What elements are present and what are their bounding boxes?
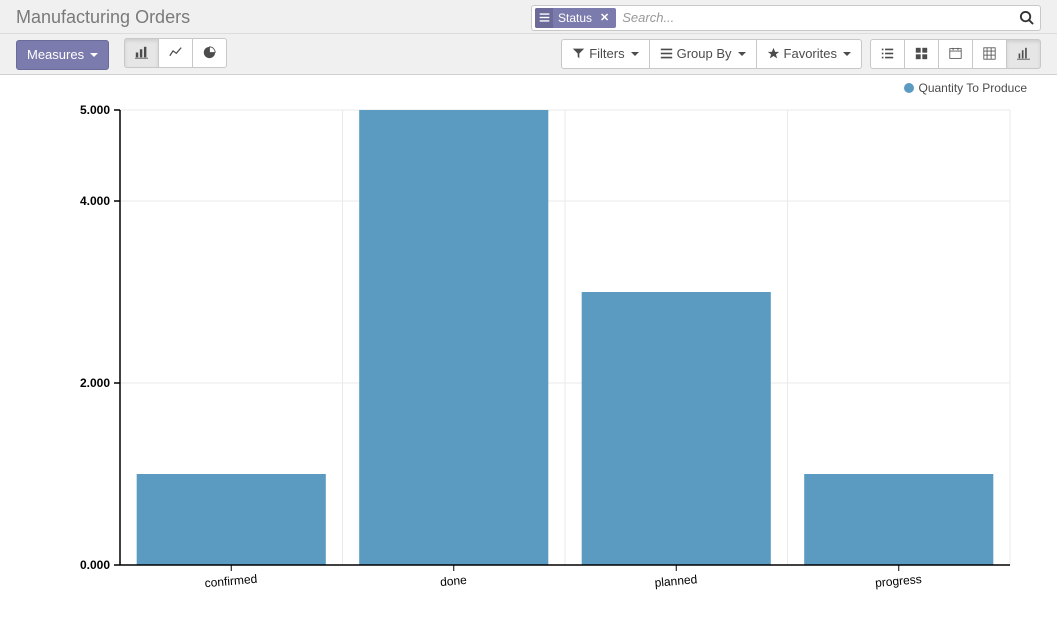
line-chart-icon (169, 46, 182, 59)
caret-down-icon (90, 53, 98, 57)
pie-chart-button[interactable] (192, 38, 227, 68)
svg-text:4.000: 4.000 (80, 194, 110, 208)
list-icon (660, 47, 673, 60)
header-bar: Manufacturing Orders Status ✕ (0, 0, 1057, 34)
favorites-label: Favorites (784, 46, 837, 61)
chart-canvas: 0.000 2.000 4.000 5.000 confirmed done planned… (20, 85, 1020, 605)
svg-text:progress: progress (875, 572, 923, 590)
kanban-icon (915, 47, 928, 60)
graph-view-button[interactable] (1006, 39, 1041, 69)
groupby-button[interactable]: Group By (649, 39, 757, 69)
svg-text:5.000: 5.000 (80, 103, 110, 117)
favorites-button[interactable]: Favorites (756, 39, 862, 69)
graph-icon (1017, 47, 1030, 60)
svg-text:done: done (439, 573, 467, 589)
groupby-label: Group By (677, 46, 732, 61)
view-switch-group (870, 39, 1041, 69)
caret-down-icon (738, 52, 746, 56)
search-icon[interactable] (1019, 10, 1034, 28)
caret-down-icon (843, 52, 851, 56)
filter-group: Filters Group By Favorites (561, 39, 862, 69)
calendar-icon (949, 47, 962, 60)
search-facet-status[interactable]: Status ✕ (535, 8, 616, 28)
close-icon[interactable]: ✕ (597, 11, 612, 24)
svg-text:planned: planned (654, 572, 698, 590)
pivot-icon (983, 47, 996, 60)
pivot-view-button[interactable] (972, 39, 1007, 69)
caret-down-icon (631, 52, 639, 56)
search-box[interactable]: Status ✕ (531, 5, 1041, 31)
list-view-icon (881, 47, 894, 60)
svg-text:0.000: 0.000 (80, 558, 110, 572)
bar-chart-icon (135, 46, 148, 59)
funnel-icon (572, 47, 585, 60)
star-icon (767, 47, 780, 60)
svg-text:confirmed: confirmed (204, 572, 258, 591)
search-input[interactable] (618, 9, 1040, 26)
search-facet-label: Status (553, 11, 597, 25)
page-title: Manufacturing Orders (16, 7, 190, 28)
line-chart-button[interactable] (158, 38, 193, 68)
pie-chart-icon (203, 46, 216, 59)
measures-button[interactable]: Measures (16, 40, 109, 70)
filters-label: Filters (589, 46, 624, 61)
kanban-view-button[interactable] (904, 39, 939, 69)
calendar-view-button[interactable] (938, 39, 973, 69)
filters-button[interactable]: Filters (561, 39, 649, 69)
toolbar: Measures Filters Group By (0, 34, 1057, 75)
list-view-button[interactable] (870, 39, 905, 69)
chart-area: Quantity To Produce 0.0002.0004.0005.000… (0, 75, 1057, 625)
chart-type-group (124, 38, 227, 68)
bar-chart-button[interactable] (124, 38, 159, 68)
svg-text:2.000: 2.000 (80, 376, 110, 390)
list-icon (535, 8, 553, 28)
measures-label: Measures (27, 47, 84, 62)
